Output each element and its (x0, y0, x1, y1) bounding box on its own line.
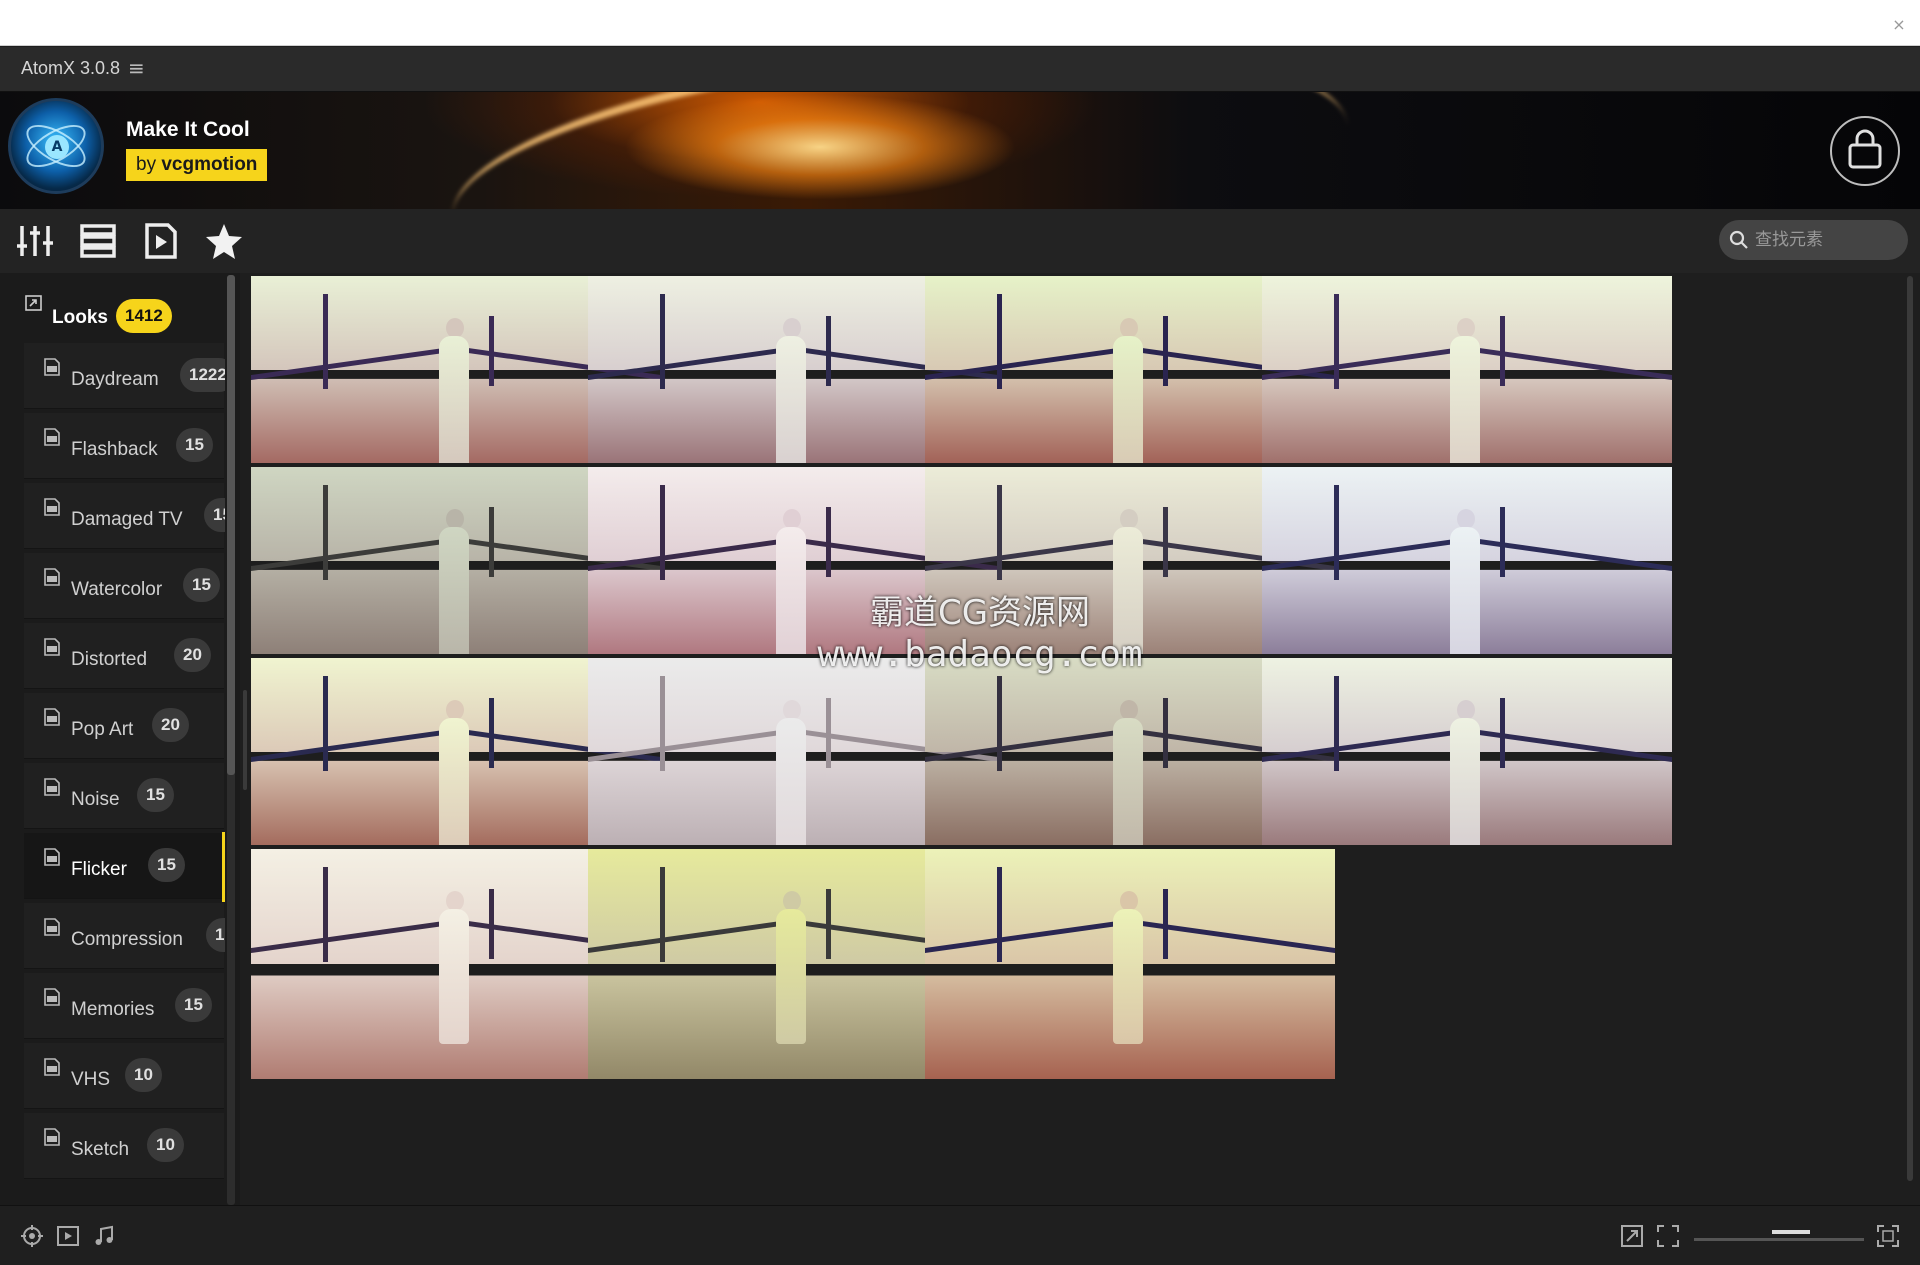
search-box[interactable] (1719, 220, 1908, 260)
sidebar-item[interactable]: VHS 10 (24, 1043, 224, 1109)
sidebar-item-count: 15 (137, 778, 174, 812)
star-icon[interactable] (204, 221, 244, 261)
sidebar-item-label: Pop Art (71, 719, 134, 740)
app-title: AtomX 3.0.8 (21, 58, 121, 78)
sidebar-item-label: VHS (71, 1069, 111, 1090)
after-effects-file-icon (44, 498, 60, 516)
after-effects-file-icon (44, 848, 60, 866)
sidebar-item-list: Daydream1222Flashback15Damaged TV15Water… (0, 273, 225, 1205)
active-item-marker (222, 832, 225, 902)
sidebar-item-count: 15 (204, 498, 225, 532)
sidebar-item[interactable]: Noise 15 (24, 763, 224, 829)
sidebar-item[interactable]: Damaged TV 15 (24, 483, 225, 549)
sidebar-item-label: Watercolor (71, 579, 163, 600)
sidebar-item-count: 10 (125, 1058, 162, 1092)
sidebar-item-count: 15 (148, 848, 185, 882)
after-effects-file-icon (44, 988, 60, 1006)
list-icon[interactable] (78, 221, 118, 261)
look-thumbnail[interactable] (1262, 276, 1672, 463)
search-icon (1729, 230, 1748, 249)
sidebar-item-label: Compression (71, 929, 183, 950)
sidebar-item-count: 15 (183, 568, 220, 602)
sidebar-item-count: 20 (174, 638, 211, 672)
pack-title: Make It Cool (126, 118, 250, 141)
sidebar-item-count: 15 (176, 428, 213, 462)
sidebar-item[interactable]: Memories 15 (24, 973, 224, 1039)
watermark-line1: 霸道CG资源网 (869, 593, 1091, 633)
look-thumbnail[interactable] (925, 849, 1335, 1079)
sidebar-item-count: 20 (152, 708, 189, 742)
fullscreen-icon[interactable] (1876, 1224, 1900, 1248)
sidebar-item-label: Sketch (71, 1139, 130, 1160)
sidebar-item-count: 15 (175, 988, 212, 1022)
pack-banner: A Make It Cool by vcgmotion (0, 92, 1920, 209)
zoom-slider-thumb[interactable] (1772, 1230, 1810, 1234)
play-file-icon[interactable] (141, 221, 181, 261)
after-effects-file-icon (44, 428, 60, 446)
bottom-bar (0, 1205, 1920, 1265)
sliders-icon[interactable] (15, 221, 55, 261)
author-name: vcgmotion (161, 154, 258, 175)
sidebar-item[interactable]: Watercolor 15 (24, 553, 224, 619)
sidebar-item-label: Daydream (71, 369, 159, 390)
grid-scrollbar[interactable] (1907, 276, 1913, 1181)
category-sidebar: Looks 1412 Daydream 1222 Flashback 15 Damage… (0, 273, 240, 1205)
after-effects-file-icon (44, 358, 60, 376)
hamburger-icon[interactable]: ≡ (128, 56, 145, 80)
pack-author-badge[interactable]: by vcgmotion (126, 149, 268, 181)
sidebar-item-count: 10 (206, 918, 225, 952)
target-icon[interactable] (20, 1224, 44, 1248)
after-effects-file-icon (44, 568, 60, 586)
resize-icon[interactable] (1620, 1224, 1644, 1248)
look-thumbnail[interactable] (1262, 658, 1672, 845)
os-title-bar (0, 0, 1920, 46)
after-effects-file-icon (44, 1128, 60, 1146)
sidebar-item-count: 10 (147, 1128, 184, 1162)
sidebar-item-label: Flicker (71, 859, 127, 880)
sidebar-item-count: 1222 (180, 358, 225, 392)
sidebar-item[interactable]: Compression 10 (24, 903, 225, 969)
video-icon[interactable] (56, 1224, 80, 1248)
after-effects-file-icon (44, 778, 60, 796)
fit-icon[interactable] (1656, 1224, 1680, 1248)
after-effects-file-icon (44, 638, 60, 656)
watermark-line2: www.badaocg.com (817, 634, 1143, 675)
search-input[interactable] (1755, 220, 1900, 260)
sidebar-item[interactable]: Pop Art 20 (24, 693, 224, 759)
main-toolbar (0, 209, 1920, 273)
author-prefix: by (136, 154, 157, 175)
watermark: 霸道CG资源网 www.badaocg.com (770, 585, 1190, 675)
after-effects-file-icon (44, 1058, 60, 1076)
zoom-slider-track[interactable] (1694, 1238, 1864, 1241)
sidebar-item-label: Flashback (71, 439, 158, 460)
window-close-button[interactable]: × (1884, 10, 1914, 40)
atomx-logo-icon: A (8, 98, 104, 194)
shopping-bag-icon (1848, 129, 1882, 169)
shop-button[interactable] (1830, 116, 1900, 186)
sidebar-item[interactable]: Daydream 1222 (24, 343, 225, 409)
sidebar-item-label: Noise (71, 789, 120, 810)
sidebar-item[interactable]: Distorted 20 (24, 623, 224, 689)
sidebar-item[interactable]: Sketch 10 (24, 1113, 224, 1179)
after-effects-file-icon (44, 708, 60, 726)
sidebar-item[interactable]: Flicker 15 (24, 833, 224, 899)
after-effects-file-icon (44, 918, 60, 936)
music-icon[interactable] (92, 1224, 116, 1248)
app-title-bar: AtomX 3.0.8 ≡ (0, 47, 1920, 92)
sidebar-scrollbar-thumb[interactable] (227, 275, 235, 775)
sidebar-item-label: Distorted (71, 649, 148, 670)
logo-letter: A (45, 135, 69, 159)
banner-light-streak (439, 92, 1361, 209)
sidebar-resize-handle[interactable] (243, 690, 247, 790)
sidebar-item-label: Damaged TV (71, 509, 183, 530)
thumbnail-grid (251, 276, 1903, 1203)
sidebar-item[interactable]: Flashback 15 (24, 413, 224, 479)
look-thumbnail[interactable] (1262, 467, 1672, 654)
sidebar-item-label: Memories (71, 999, 155, 1020)
